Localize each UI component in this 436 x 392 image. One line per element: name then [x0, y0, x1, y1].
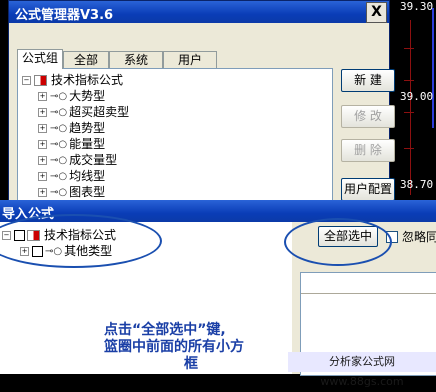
tree-item[interactable]: + ⊸○ 均线型 — [38, 168, 105, 184]
tab-system[interactable]: 系统 — [109, 51, 163, 68]
expand-icon[interactable]: + — [38, 108, 47, 117]
chart-tick — [404, 112, 414, 113]
background-chart: 39.30 39.00 38.70 — [398, 0, 436, 200]
expand-icon[interactable]: + — [38, 188, 47, 197]
chart-tick — [404, 80, 414, 81]
key-icon: ⊸○ — [50, 90, 68, 102]
ignore-label: 忽略同 — [402, 230, 436, 244]
tree-item-label: 能量型 — [69, 137, 106, 151]
modify-button[interactable]: 修 改 — [341, 105, 395, 128]
key-icon: ⊸○ — [50, 186, 68, 198]
tree-root-label: 技术指标公式 — [51, 73, 124, 87]
title-bar[interactable]: 公式管理器V3.6 X — [9, 1, 389, 23]
annotation-line: 框 — [184, 356, 198, 372]
annotation-text: 点击“全部选中”键, 篮圈中前面的所有小方 框 — [104, 322, 274, 373]
chart-price-label: 39.00 — [400, 90, 434, 103]
tree-item[interactable]: + ⊸○ 能量型 — [38, 136, 105, 152]
expand-icon[interactable]: + — [38, 156, 47, 165]
tree-item[interactable]: + ⊸○ 超买超卖型 — [38, 104, 129, 120]
expand-icon[interactable]: + — [38, 172, 47, 181]
tree-item-label: 图表型 — [69, 185, 106, 199]
tree-item-label: 超买超卖型 — [69, 105, 130, 119]
annotation-line: 点击“全部选中”键, — [104, 322, 226, 338]
book-icon — [34, 75, 47, 86]
tree-item[interactable]: + ⊸○ 大势型 — [38, 88, 105, 104]
tree-item[interactable]: + ⊸○ 趋势型 — [38, 120, 105, 136]
tree-item-label: 均线型 — [69, 169, 106, 183]
expand-icon[interactable]: + — [38, 140, 47, 149]
panel-divider — [301, 293, 436, 294]
annotation-ellipse-button — [284, 218, 392, 266]
formula-manager-window: 公式管理器V3.6 X 公式组 全部 系统 用户 − 技术指标公式 + ⊸○ 大势型 … — [8, 0, 395, 203]
key-icon: ⊸○ — [50, 122, 68, 134]
tree-item-label: 大势型 — [69, 89, 106, 103]
window-title: 公式管理器V3.6 — [15, 8, 114, 23]
tree-item-label: 成交量型 — [69, 153, 118, 167]
chart-price-label: 38.70 — [400, 178, 434, 191]
formula-tree[interactable]: − 技术指标公式 + ⊸○ 大势型 + ⊸○ 超买超卖型 + ⊸○ 趋势型 + ⊸○ 能量型 + ⊸… — [17, 68, 333, 203]
tree-item-label: 趋势型 — [69, 121, 106, 135]
chart-price-label: 39.30 — [400, 0, 434, 13]
annotation-line: 篮圈中前面的所有小方 — [104, 339, 244, 355]
key-icon: ⊸○ — [50, 138, 68, 150]
new-button[interactable]: 新 建 — [341, 69, 395, 92]
collapse-icon[interactable]: − — [22, 76, 31, 85]
tab-formula-group[interactable]: 公式组 — [17, 49, 63, 69]
user-config-button[interactable]: 用户配置 — [341, 178, 395, 201]
delete-button[interactable]: 删 除 — [341, 139, 395, 162]
tree-item[interactable]: + ⊸○ 图表型 — [38, 184, 105, 200]
chart-axis-line — [410, 20, 411, 195]
watermark: 分析家公式网www.88gs.com — [288, 352, 436, 388]
key-icon: ⊸○ — [50, 170, 68, 182]
tab-all[interactable]: 全部 — [63, 51, 109, 68]
chart-tick — [404, 148, 414, 149]
tree-root[interactable]: − 技术指标公式 — [22, 72, 123, 88]
key-icon: ⊸○ — [50, 154, 68, 166]
chart-tick — [404, 48, 414, 49]
expand-icon[interactable]: + — [38, 124, 47, 133]
tree-item[interactable]: + ⊸○ 成交量型 — [38, 152, 117, 168]
key-icon: ⊸○ — [50, 106, 68, 118]
tab-user[interactable]: 用户 — [163, 51, 217, 68]
chart-indicator-line — [432, 8, 434, 128]
expand-icon[interactable]: + — [38, 92, 47, 101]
close-button[interactable]: X — [366, 2, 387, 23]
